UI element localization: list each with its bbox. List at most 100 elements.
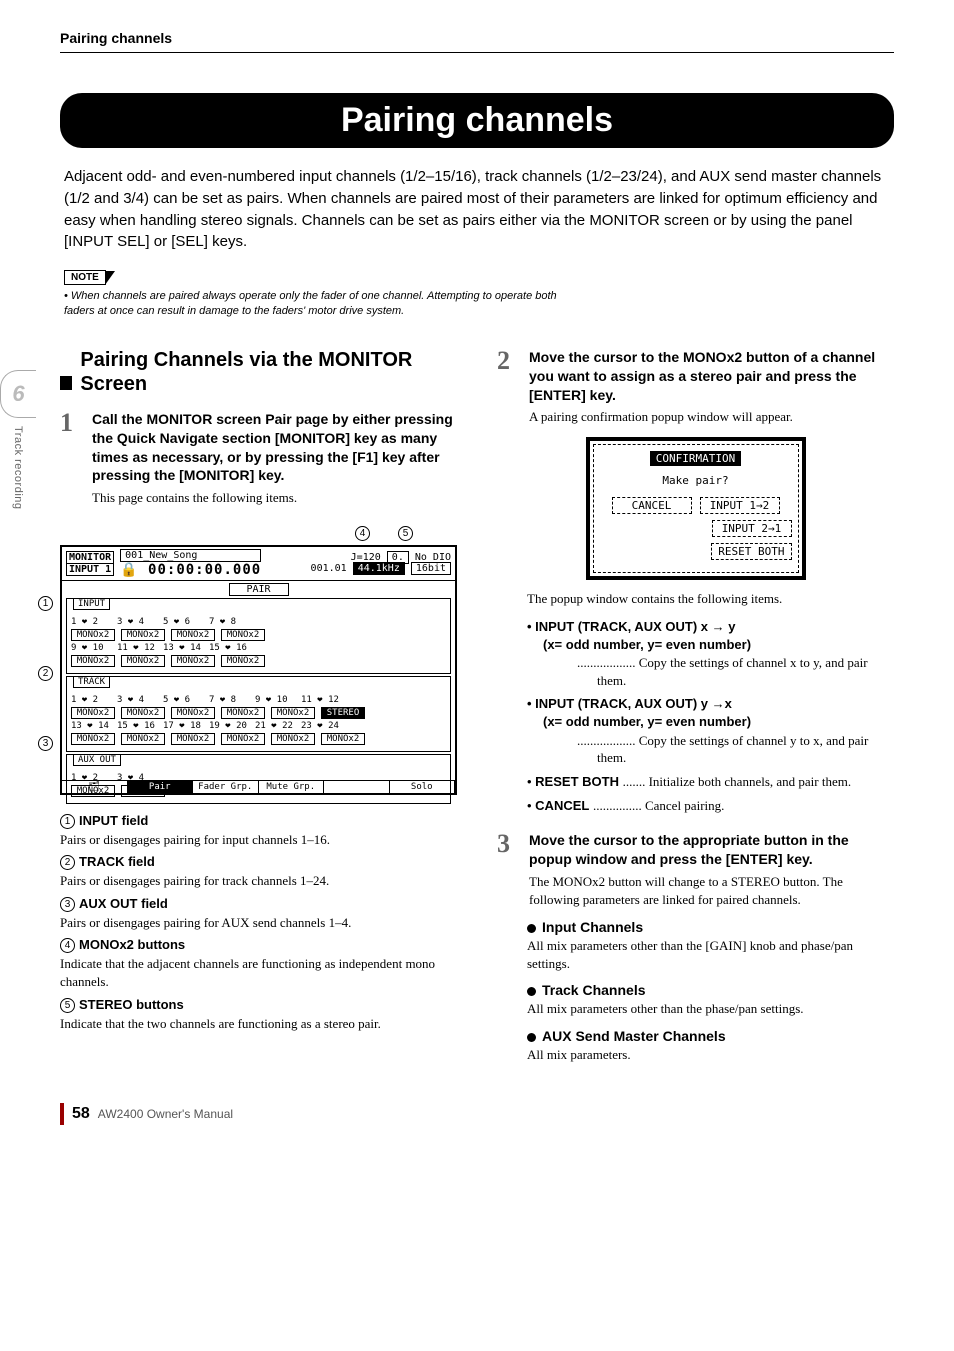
bullet-icon [527, 924, 536, 933]
step-3: 3 Move the cursor to the appropriate but… [497, 831, 894, 909]
mono-button[interactable]: MONOx2 [71, 707, 115, 719]
glossary-label: MONOx2 buttons [79, 937, 185, 952]
screen-footer-tabs: 🗂 Pair Fader Grp. Mute Grp. Solo [62, 780, 455, 793]
mono-button[interactable]: MONOx2 [121, 707, 165, 719]
popup-item-head: CANCEL [535, 798, 589, 813]
footer-tab-blank[interactable] [324, 781, 390, 793]
mono-button[interactable]: MONOx2 [171, 655, 215, 667]
page-title-banner: Pairing channels [60, 93, 894, 148]
glossary-item: 4MONOx2 buttons Indicate that the adjace… [60, 937, 457, 990]
chapter-tab: 6 Track recording [0, 370, 36, 510]
glossary-item: 1INPUT field Pairs or disengages pairing… [60, 813, 457, 849]
footer-tab-pair[interactable]: Pair [128, 781, 194, 793]
footer-tab-mute[interactable]: Mute Grp. [259, 781, 325, 793]
mono-button[interactable]: MONOx2 [171, 707, 215, 719]
confirmation-popup: CONFIRMATION Make pair? CANCEL INPUT 1→2… [586, 437, 806, 580]
popup-item-head: RESET BOTH [535, 774, 619, 789]
glossary-desc: Indicate that the two channels are funct… [60, 1015, 457, 1033]
mono-button[interactable]: MONOx2 [171, 733, 215, 745]
bit-depth: 16bit [411, 562, 451, 575]
glossary-desc: Pairs or disengages pairing for track ch… [60, 872, 457, 890]
track-field-section: TRACK 1 ❤ 2 3 ❤ 4 5 ❤ 6 7 ❤ 8 9 ❤ 10 11 … [66, 676, 451, 752]
input-section-label: INPUT [73, 598, 110, 610]
glossary-item: 3AUX OUT field Pairs or disengages pairi… [60, 896, 457, 932]
popup-item-def: .................. Copy the settings of … [597, 732, 894, 767]
stereo-button[interactable]: STEREO [321, 707, 365, 719]
glossary-item: 5STEREO buttons Indicate that the two ch… [60, 997, 457, 1033]
input-2-to-1-button[interactable]: INPUT 2→1 [712, 520, 792, 537]
popup-item-head: INPUT (TRACK, AUX OUT) y →x [535, 696, 732, 711]
note-box: NOTE • When channels are paired always o… [64, 267, 894, 320]
footer-tab[interactable]: 🗂 [62, 781, 128, 793]
result-desc: All mix parameters. [527, 1046, 894, 1064]
mono-button[interactable]: MONOx2 [121, 655, 165, 667]
popup-item-sub: (x= odd number, y= even number) [543, 713, 894, 731]
callout-1-icon: 1 [38, 596, 53, 611]
mono-button[interactable]: MONOx2 [321, 733, 365, 745]
step-title: Move the cursor to the MONOx2 button of … [529, 348, 894, 405]
popup-desc: The popup window contains the following … [527, 590, 894, 608]
mono-button[interactable]: MONOx2 [171, 629, 215, 641]
popup-question: Make pair? [600, 474, 792, 487]
step-desc: The MONOx2 button will change to a STERE… [529, 873, 894, 909]
header-rule [60, 52, 894, 53]
popup-item-def: ....... Initialize both channels, and pa… [623, 774, 852, 789]
meter: 001.01 [311, 563, 347, 574]
track-section-label: TRACK [73, 676, 110, 688]
footer-tab-solo[interactable]: Solo [390, 781, 456, 793]
cancel-button[interactable]: CANCEL [612, 497, 692, 514]
mono-button[interactable]: MONOx2 [71, 629, 115, 641]
step-title: Move the cursor to the appropriate butto… [529, 831, 894, 869]
chapter-label: Track recording [12, 426, 24, 510]
mono-button[interactable]: MONOx2 [221, 655, 265, 667]
mono-button[interactable]: MONOx2 [71, 655, 115, 667]
glossary-label: TRACK field [79, 854, 155, 869]
step-1: 1 Call the MONITOR screen Pair page by e… [60, 410, 457, 508]
note-tag: NOTE [64, 270, 106, 285]
input-1-to-2-button[interactable]: INPUT 1→2 [700, 497, 780, 514]
mono-button[interactable]: MONOx2 [271, 707, 315, 719]
mono-button[interactable]: MONOx2 [121, 629, 165, 641]
popup-item-sub: (x= odd number, y= even number) [543, 636, 894, 654]
mono-button[interactable]: MONOx2 [121, 733, 165, 745]
popup-item-head: INPUT (TRACK, AUX OUT) x → y [535, 619, 735, 634]
bullet-icon [527, 987, 536, 996]
page-footer: 58 AW2400 Owner's Manual [60, 1103, 894, 1125]
pair-tab[interactable]: PAIR [229, 583, 289, 596]
step-desc: This page contains the following items. [92, 489, 457, 507]
monitor-screenshot: 4 5 MONITOR INPUT 1 001_New_Song 🔒 00:00… [60, 526, 457, 795]
step-number: 2 [497, 348, 519, 427]
manual-title: AW2400 Owner's Manual [98, 1107, 233, 1121]
popup-item-def: ............... Cancel pairing. [593, 798, 724, 813]
result-heading: Track Channels [527, 982, 894, 998]
reset-both-button[interactable]: RESET BOTH [711, 543, 791, 560]
step-number: 1 [60, 410, 82, 508]
chapter-number: 6 [12, 381, 24, 407]
song-name: 001_New_Song [120, 549, 261, 562]
bullet-icon [527, 1033, 536, 1042]
section-heading: Pairing Channels via the MONITOR Screen [60, 348, 457, 396]
glossary-desc: Indicate that the adjacent channels are … [60, 955, 457, 990]
square-bullet-icon [60, 376, 72, 390]
footer-tab-fader[interactable]: Fader Grp. [193, 781, 259, 793]
mono-button[interactable]: MONOx2 [221, 629, 265, 641]
aux-section-label: AUX OUT [73, 754, 121, 766]
mono-button[interactable]: MONOx2 [221, 707, 265, 719]
result-heading: Input Channels [527, 919, 894, 935]
step-desc: A pairing confirmation popup window will… [529, 408, 894, 426]
mono-button[interactable]: MONOx2 [221, 733, 265, 745]
step-2: 2 Move the cursor to the MONOx2 button o… [497, 348, 894, 427]
aux-field-section: AUX OUT 1 ❤ 2 3 ❤ 4 MONOx2 MONOx2 [66, 754, 451, 804]
glossary-desc: Pairs or disengages pairing for input ch… [60, 831, 457, 849]
intro-paragraph: Adjacent odd- and even-numbered input ch… [64, 166, 890, 253]
screen-channel-label: INPUT 1 [66, 564, 114, 576]
input-field-section: INPUT 1 ❤ 2 3 ❤ 4 5 ❤ 6 7 ❤ 8 MONOx2 MON… [66, 598, 451, 674]
glossary-label: INPUT field [79, 813, 148, 828]
step-title: Call the MONITOR screen Pair page by eit… [92, 410, 457, 486]
running-head: Pairing channels [60, 30, 894, 46]
glossary-item: 2TRACK field Pairs or disengages pairing… [60, 854, 457, 890]
result-desc: All mix parameters other than the phase/… [527, 1000, 894, 1018]
mono-button[interactable]: MONOx2 [71, 733, 115, 745]
mono-button[interactable]: MONOx2 [271, 733, 315, 745]
section-title: Pairing Channels via the MONITOR Screen [80, 348, 439, 396]
